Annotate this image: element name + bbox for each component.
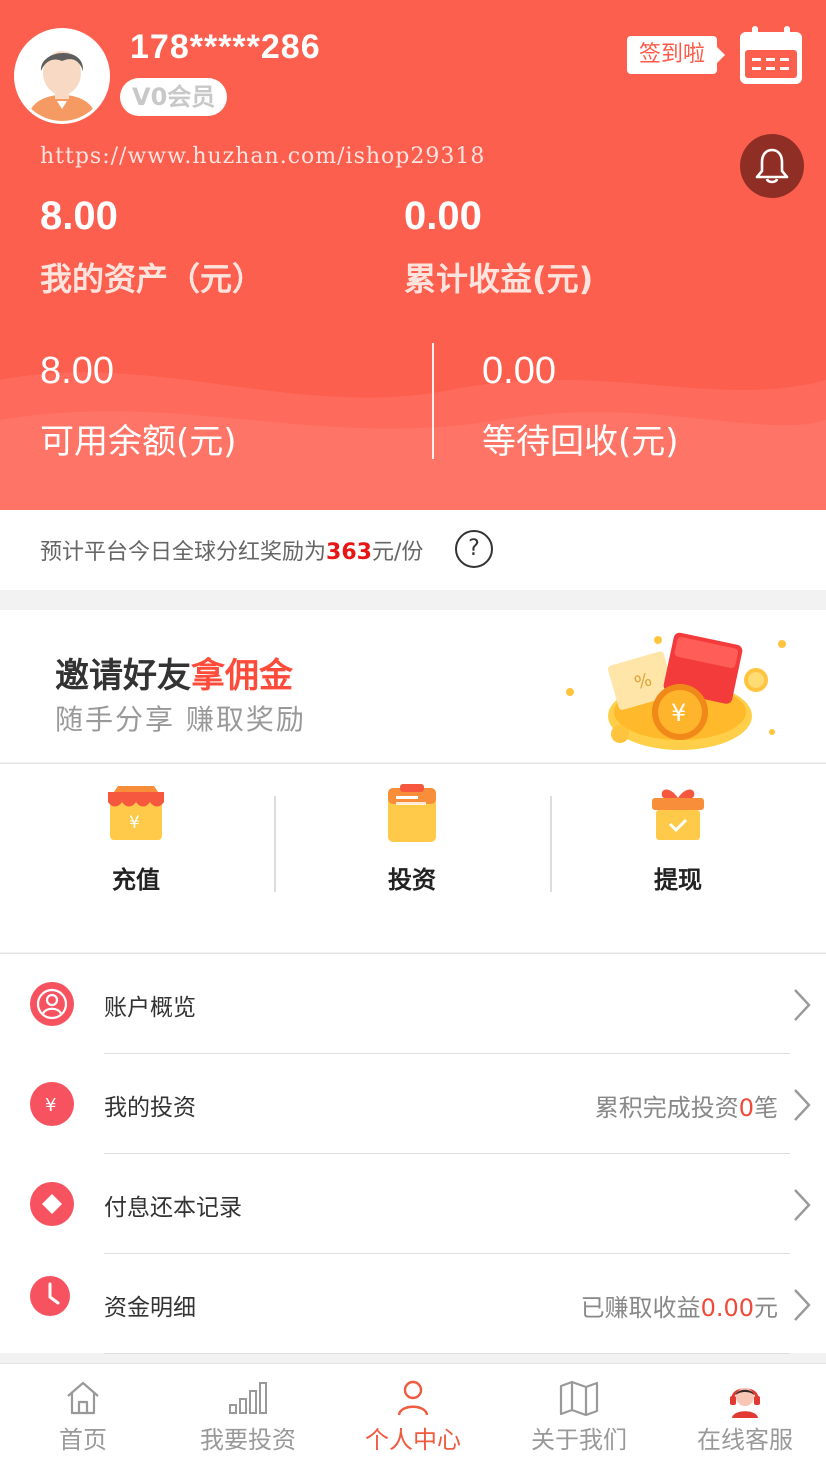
info-prefix: 累积完成投资 (594, 1094, 739, 1122)
menu-item-label: 付息还本记录 (104, 1195, 242, 1221)
withdraw-label: 提现 (654, 866, 702, 894)
help-question-icon[interactable]: ? (455, 530, 493, 568)
total-income-value: 0.00 (404, 194, 482, 238)
account-menu-list: 账户概览 ¥ 我的投资 累积完成投资0笔 付息还本记录 资金明细 已赚取收益0.… (0, 953, 826, 1354)
avatar-illustration-icon (17, 31, 107, 121)
earned-income-info: 已赚取收益0.00元 (581, 1288, 778, 1323)
customer-service-icon (730, 1388, 760, 1418)
shop-url-watermark: https://www.huzhan.com/ishop29318 (40, 144, 486, 169)
notification-button[interactable] (740, 134, 804, 198)
svg-text:¥: ¥ (129, 813, 140, 833)
menu-item-label: 我的投资 (104, 1095, 196, 1121)
signin-button[interactable]: 签到啦 (627, 36, 726, 74)
recharge-button[interactable]: ¥ 充值 (56, 782, 216, 895)
row-separator (104, 1353, 790, 1354)
gift-box-icon (652, 789, 704, 840)
person-icon (397, 1380, 429, 1416)
user-phone: 178*****286 (130, 28, 321, 66)
recharge-shop-icon: ¥ (108, 786, 164, 840)
clipboard-icon (388, 784, 436, 842)
invest-label: 投资 (388, 866, 436, 894)
tab-label: 关于我们 (531, 1426, 627, 1454)
notice-amount: 363 (326, 540, 372, 565)
account-header: 178*****286 V0会员 签到啦 https://www.huzhan.… (0, 0, 826, 510)
vip-level-badge[interactable]: V0会员 (120, 78, 228, 116)
tab-label: 我要投资 (200, 1426, 296, 1454)
total-income-label: 累计收益(元) (404, 260, 594, 298)
earned-income-value: 0.00 (700, 1294, 754, 1322)
dividend-notice: 预计平台今日全球分红奖励为363元/份 (0, 510, 826, 590)
calendar-icon[interactable] (738, 24, 804, 86)
recharge-label: 充值 (112, 866, 160, 894)
investment-count-value: 0 (738, 1094, 754, 1122)
action-divider (550, 796, 552, 892)
user-avatar[interactable] (14, 28, 110, 124)
investment-count-info: 累积完成投资0笔 (595, 1088, 778, 1123)
tab-invest[interactable]: 我要投资 (178, 1378, 318, 1455)
notice-suffix: 元/份 (371, 540, 424, 565)
info-suffix: 笔 (754, 1094, 778, 1122)
svg-text:¥: ¥ (45, 1095, 56, 1116)
tab-label: 个人中心 (365, 1426, 461, 1454)
chevron-right-icon (794, 1189, 811, 1221)
pending-return-label: 等待回收(元) (482, 422, 679, 462)
tab-label: 首页 (59, 1426, 107, 1454)
invite-banner[interactable]: 邀请好友拿佣金 随手分享 赚取奖励 % ¥ (0, 610, 826, 762)
dividend-notice-text: 预计平台今日全球分红奖励为363元/份 (40, 534, 423, 566)
tab-label: 在线客服 (697, 1426, 793, 1454)
clock-icon (30, 1276, 70, 1316)
diamond-icon (30, 1182, 74, 1226)
home-icon (67, 1381, 99, 1415)
menu-item-label: 账户概览 (104, 995, 196, 1021)
tab-home[interactable]: 首页 (13, 1378, 153, 1455)
balance-divider (432, 343, 434, 459)
bar-chart-icon (229, 1382, 267, 1414)
menu-item-my-investment[interactable]: ¥ 我的投资 累积完成投资0笔 (0, 1054, 826, 1154)
svg-text:¥: ¥ (671, 699, 686, 727)
invite-title: 邀请好友拿佣金 (55, 648, 293, 697)
chevron-right-icon (794, 1089, 811, 1121)
yen-icon: ¥ (30, 1082, 74, 1126)
invite-title-main: 邀请好友 (55, 656, 191, 696)
chevron-right-icon (794, 1289, 811, 1321)
tab-about-us[interactable]: 关于我们 (509, 1378, 649, 1455)
tab-personal-center[interactable]: 个人中心 (343, 1378, 483, 1455)
info-prefix: 已赚取收益 (580, 1294, 701, 1322)
user-icon (30, 982, 74, 1026)
chevron-right-icon (794, 989, 811, 1021)
available-balance-value: 8.00 (40, 350, 114, 392)
bell-icon (755, 148, 789, 184)
pending-return-value: 0.00 (482, 350, 556, 392)
menu-item-interest-records[interactable]: 付息还本记录 (0, 1154, 826, 1254)
quick-actions: ¥ 充值 投资 提现 (0, 763, 826, 952)
info-suffix: 元 (754, 1294, 778, 1322)
notice-prefix: 预计平台今日全球分红奖励为 (40, 540, 327, 565)
total-assets-value: 8.00 (40, 194, 118, 238)
invite-subtitle: 随手分享 赚取奖励 (55, 703, 306, 736)
menu-item-fund-details[interactable]: 资金明细 已赚取收益0.00元 (0, 1254, 826, 1354)
invite-title-accent: 拿佣金 (191, 656, 293, 696)
total-assets-label: 我的资产（元） (40, 260, 265, 298)
available-balance-label: 可用余额(元) (40, 422, 237, 462)
menu-item-account-overview[interactable]: 账户概览 (0, 954, 826, 1054)
action-divider (274, 796, 276, 892)
bottom-tab-bar: 首页 我要投资 个人中心 关于我们 在线客服 (0, 1363, 826, 1470)
tab-customer-service[interactable]: 在线客服 (675, 1378, 815, 1455)
invest-button[interactable]: 投资 (332, 782, 492, 895)
map-icon (559, 1380, 599, 1417)
red-envelope-coin-illustration-icon: % ¥ (566, 632, 786, 750)
withdraw-button[interactable]: 提现 (598, 782, 758, 895)
menu-item-label: 资金明细 (104, 1295, 196, 1321)
